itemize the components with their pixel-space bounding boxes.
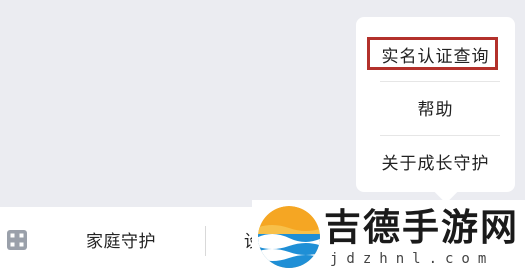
tab-family-guard[interactable]: 家庭守护	[86, 230, 156, 254]
menu-divider	[380, 135, 500, 136]
watermark-title: 吉德手游网	[324, 206, 519, 249]
tab-divider	[205, 226, 206, 256]
highlight-box	[367, 37, 498, 70]
watermark: 吉德手游网 jdzhnl.com	[252, 200, 525, 271]
watermark-logo-icon	[258, 206, 320, 268]
menu-item-help[interactable]: 帮助	[356, 94, 515, 126]
popup-menu: 实名认证查询 帮助 关于成长守护	[356, 17, 515, 192]
grid-menu-icon[interactable]	[6, 229, 28, 251]
menu-divider	[380, 81, 500, 82]
menu-item-about[interactable]: 关于成长守护	[356, 148, 515, 180]
watermark-url: jdzhnl.com	[330, 251, 495, 267]
